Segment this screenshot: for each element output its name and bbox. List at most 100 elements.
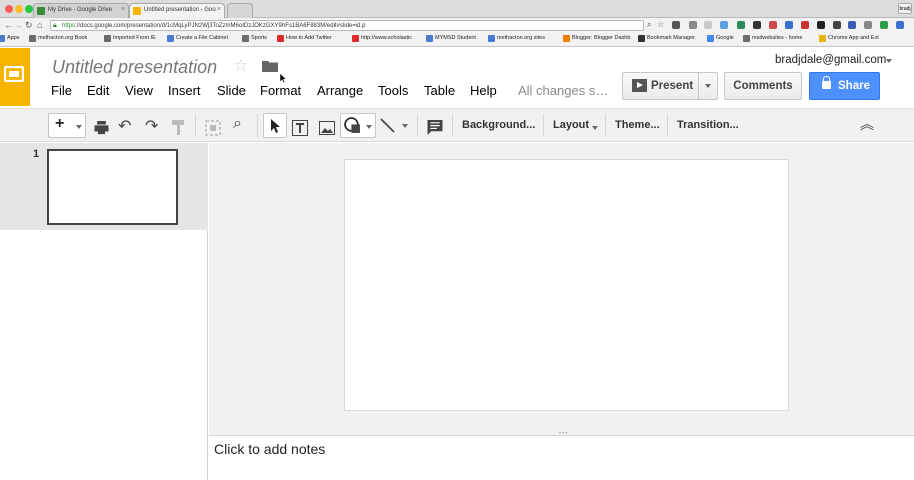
bookmark-item[interactable]: Imported From IE [104,35,156,42]
close-tab-icon[interactable]: × [121,6,125,13]
sites-icon [743,35,750,42]
extension-icon[interactable] [753,21,761,29]
new-slide-button[interactable]: + [48,113,86,138]
save-status[interactable]: All changes s… [518,83,608,98]
extension-icon[interactable] [833,21,841,29]
bookmarks-bar: Apps methacton.org Book Imported From IE… [0,33,914,47]
star-icon[interactable]: ☆ [233,56,248,76]
bookmark-item[interactable]: Sports [242,35,267,42]
close-tab-icon[interactable]: × [217,6,221,13]
share-button[interactable]: Share [809,72,880,100]
image-icon[interactable] [319,121,335,135]
comment-icon[interactable] [427,120,443,135]
bookmark-item[interactable]: methacton.org sites [488,35,545,42]
browser-tab-presentation[interactable]: Untitled presentation - Goo × [129,3,225,18]
menu-slide[interactable]: Slide [217,83,246,98]
home-icon[interactable]: ⌂ [37,20,42,30]
paint-format-icon[interactable] [172,120,186,136]
select-tool-button[interactable] [263,113,287,138]
extension-icon[interactable] [689,21,697,29]
extension-icon[interactable] [817,21,825,29]
zoom-icon[interactable]: ⌕ [647,20,651,30]
extension-icon[interactable] [880,21,888,29]
menu-help[interactable]: Help [470,83,497,98]
menu-file[interactable]: File [51,83,72,98]
redo-icon[interactable]: ↷ [145,116,158,141]
drive-favicon-icon [37,7,45,15]
shape-tool-button[interactable] [340,113,376,138]
bookmark-item[interactable]: Google [707,35,734,42]
undo-icon[interactable]: ↶ [118,116,131,141]
reload-icon[interactable]: ↻ [25,20,33,31]
bookmark-item[interactable]: methacton.org Book [29,35,87,42]
bookmark-star-icon[interactable]: ☆ [657,20,664,29]
present-main-button[interactable]: Present [623,73,698,99]
toolbar-divider [667,114,668,137]
menu-edit[interactable]: Edit [87,83,109,98]
slides-logo[interactable] [0,48,30,106]
fit-icon[interactable] [205,120,221,136]
background-button[interactable]: Background... [462,113,535,138]
browser-tab-drive[interactable]: My Drive - Google Drive × [33,3,129,18]
new-tab-button[interactable] [227,3,253,18]
slide-thumbnail[interactable] [47,149,178,225]
menu-insert[interactable]: Insert [168,83,201,98]
slide-thumbnail-row[interactable]: 1 [0,143,208,230]
extension-icon[interactable] [896,21,904,29]
bookmark-item[interactable]: http://www.scholastic [352,35,412,42]
transition-button[interactable]: Transition... [677,113,739,138]
profile-button[interactable]: bradj [898,3,912,14]
speaker-notes[interactable]: Click to add notes [209,436,914,480]
extension-icon[interactable] [672,21,680,29]
play-icon [632,79,647,92]
extension-icon[interactable] [848,21,856,29]
menu-tools[interactable]: Tools [378,83,408,98]
bookmark-item[interactable]: Bookmark Manager [638,35,695,42]
url-text: ://docs.google.com/presentation/d/1cMqLy… [75,23,366,29]
toolbar-divider [543,114,544,137]
theme-button[interactable]: Theme... [615,113,660,138]
layout-button[interactable]: Layout [553,113,589,138]
extension-icon[interactable] [704,21,712,29]
text-box-icon[interactable] [292,120,308,136]
bookmark-item[interactable]: MYMSD Student [426,35,476,42]
extension-icon[interactable] [864,21,872,29]
comments-button[interactable]: Comments [724,72,802,100]
print-icon[interactable] [94,121,109,135]
bookmark-item[interactable]: How to Add Twitter [277,35,332,42]
folder-icon[interactable] [262,60,278,72]
bookmark-item[interactable]: Chrome App and Ext [819,35,879,42]
chevron-down-icon[interactable] [592,126,598,130]
extension-icon[interactable] [737,21,745,29]
back-arrow-icon[interactable]: ← [4,20,13,30]
menu-view[interactable]: View [125,83,153,98]
chevron-down-icon[interactable] [886,59,892,63]
bookmark-item[interactable]: Blogger: Blogger Dashb [563,35,630,42]
url-input[interactable]: 🔒︎ https://docs.google.com/presentation/… [50,20,644,31]
line-tool-button[interactable] [378,113,412,138]
maximize-window-icon[interactable] [25,5,33,13]
bookmark-item[interactable]: msdwebsites - home [743,35,802,42]
present-button[interactable]: Present [622,72,718,100]
collapse-toolbar-icon[interactable]: ︽ [860,114,874,139]
forward-arrow-icon[interactable]: → [14,20,23,30]
minimize-window-icon[interactable] [15,5,23,13]
cursor-icon [271,119,280,133]
bookmark-item[interactable]: Apps [0,35,20,42]
slide-canvas[interactable] [344,159,789,411]
close-window-icon[interactable] [5,5,13,13]
document-title[interactable]: Untitled presentation [52,57,217,78]
extension-icon[interactable] [720,21,728,29]
extension-icon[interactable] [769,21,777,29]
menu-table[interactable]: Table [424,83,455,98]
bookmark-item[interactable]: Create a File Cabinet [167,35,228,42]
zoom-icon[interactable]: ⌕ [233,115,242,140]
menu-format[interactable]: Format [260,83,301,98]
account-email[interactable]: bradjdale@gmail.com [775,54,886,66]
extension-icon[interactable] [785,21,793,29]
page-icon [819,35,826,42]
menu-arrange[interactable]: Arrange [317,83,363,98]
extension-icon[interactable] [801,21,809,29]
present-options-button[interactable] [698,73,717,99]
folder-icon [29,35,36,42]
